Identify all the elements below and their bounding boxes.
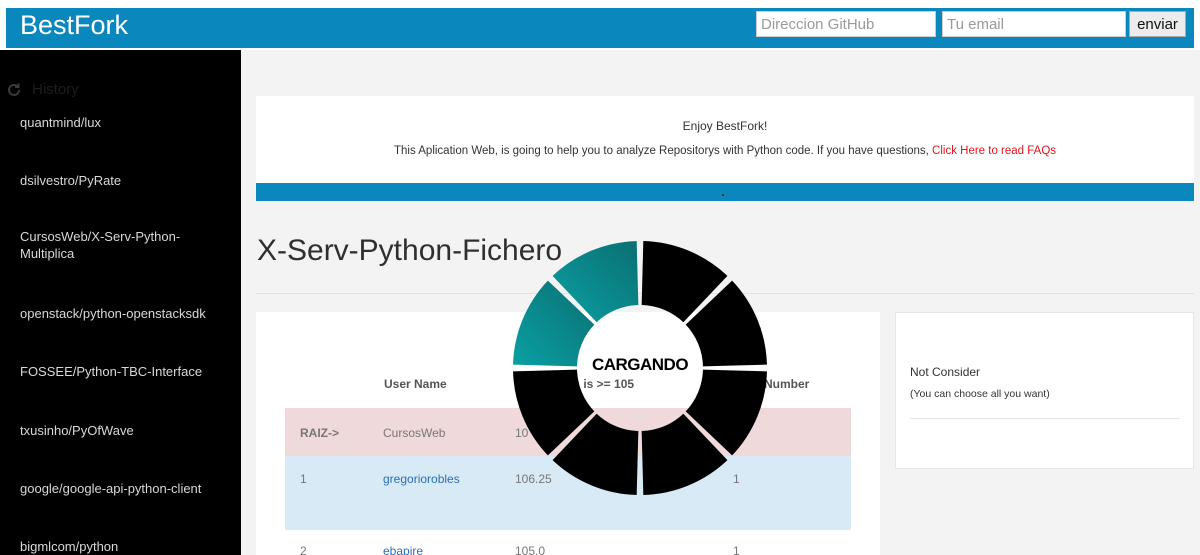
sidebar-item[interactable]: dsilvestro/PyRate — [20, 172, 225, 189]
top-navbar: BestFork enviar — [0, 0, 1200, 50]
brand-logo[interactable]: BestFork — [20, 10, 128, 41]
welcome-panel: Enjoy BestFork! This Aplication Web, is … — [256, 96, 1194, 201]
history-label: History — [32, 81, 79, 98]
row-user-link[interactable]: ebapire — [383, 544, 423, 555]
history-sidebar: History quantmind/lux dsilvestro/PyRate … — [0, 50, 241, 555]
row-label: 1 — [300, 472, 307, 486]
email-input[interactable] — [942, 11, 1126, 37]
table-row: 2 ebapire 105.0 1 — [285, 530, 851, 555]
row-score: 105.0 — [515, 544, 546, 555]
welcome-description: This Aplication Web, is going to help yo… — [393, 145, 929, 157]
row-number: 1 — [733, 544, 740, 555]
welcome-text: This Aplication Web, is going to help yo… — [256, 145, 1194, 157]
sidebar-item[interactable]: openstack/python-openstacksdk — [20, 305, 225, 322]
row-user-link[interactable]: gregoriorobles — [383, 472, 460, 486]
sidebar-item[interactable]: CursosWeb/X-Serv-Python-Multiplica — [20, 228, 225, 262]
history-header: History — [6, 81, 79, 98]
sidebar-item[interactable]: bigmlcom/python — [20, 538, 225, 555]
top-strip — [0, 0, 1200, 8]
welcome-footer-bar — [256, 183, 1194, 201]
footer-dot — [722, 194, 724, 196]
send-button[interactable]: enviar — [1129, 11, 1186, 37]
column-header-user-name[interactable]: User Name — [384, 377, 447, 391]
sidebar-item[interactable]: quantmind/lux — [20, 114, 225, 131]
faq-link[interactable]: Click Here to read FAQs — [932, 145, 1056, 157]
row-label: RAIZ-> — [300, 426, 339, 440]
sidebar-item[interactable]: google/google-api-python-client — [20, 480, 225, 497]
refresh-icon — [8, 83, 20, 96]
sidebar-item[interactable]: FOSSEE/Python-TBC-Interface — [20, 363, 225, 380]
welcome-title: Enjoy BestFork! — [682, 119, 768, 133]
not-consider-subtitle: (You can choose all you want) — [910, 388, 1050, 400]
column-header-number[interactable]: Number — [764, 377, 809, 391]
loading-text: CARGANDO — [591, 355, 689, 374]
not-consider-panel: Not Consider (You can choose all you wan… — [895, 312, 1194, 469]
not-consider-title: Not Consider — [910, 365, 981, 379]
sidebar-item[interactable]: txusinho/PyOfWave — [20, 422, 225, 439]
panel-divider — [910, 418, 1180, 419]
github-url-input[interactable] — [756, 11, 936, 37]
row-label: 2 — [300, 544, 307, 555]
row-user: CursosWeb — [383, 426, 446, 440]
